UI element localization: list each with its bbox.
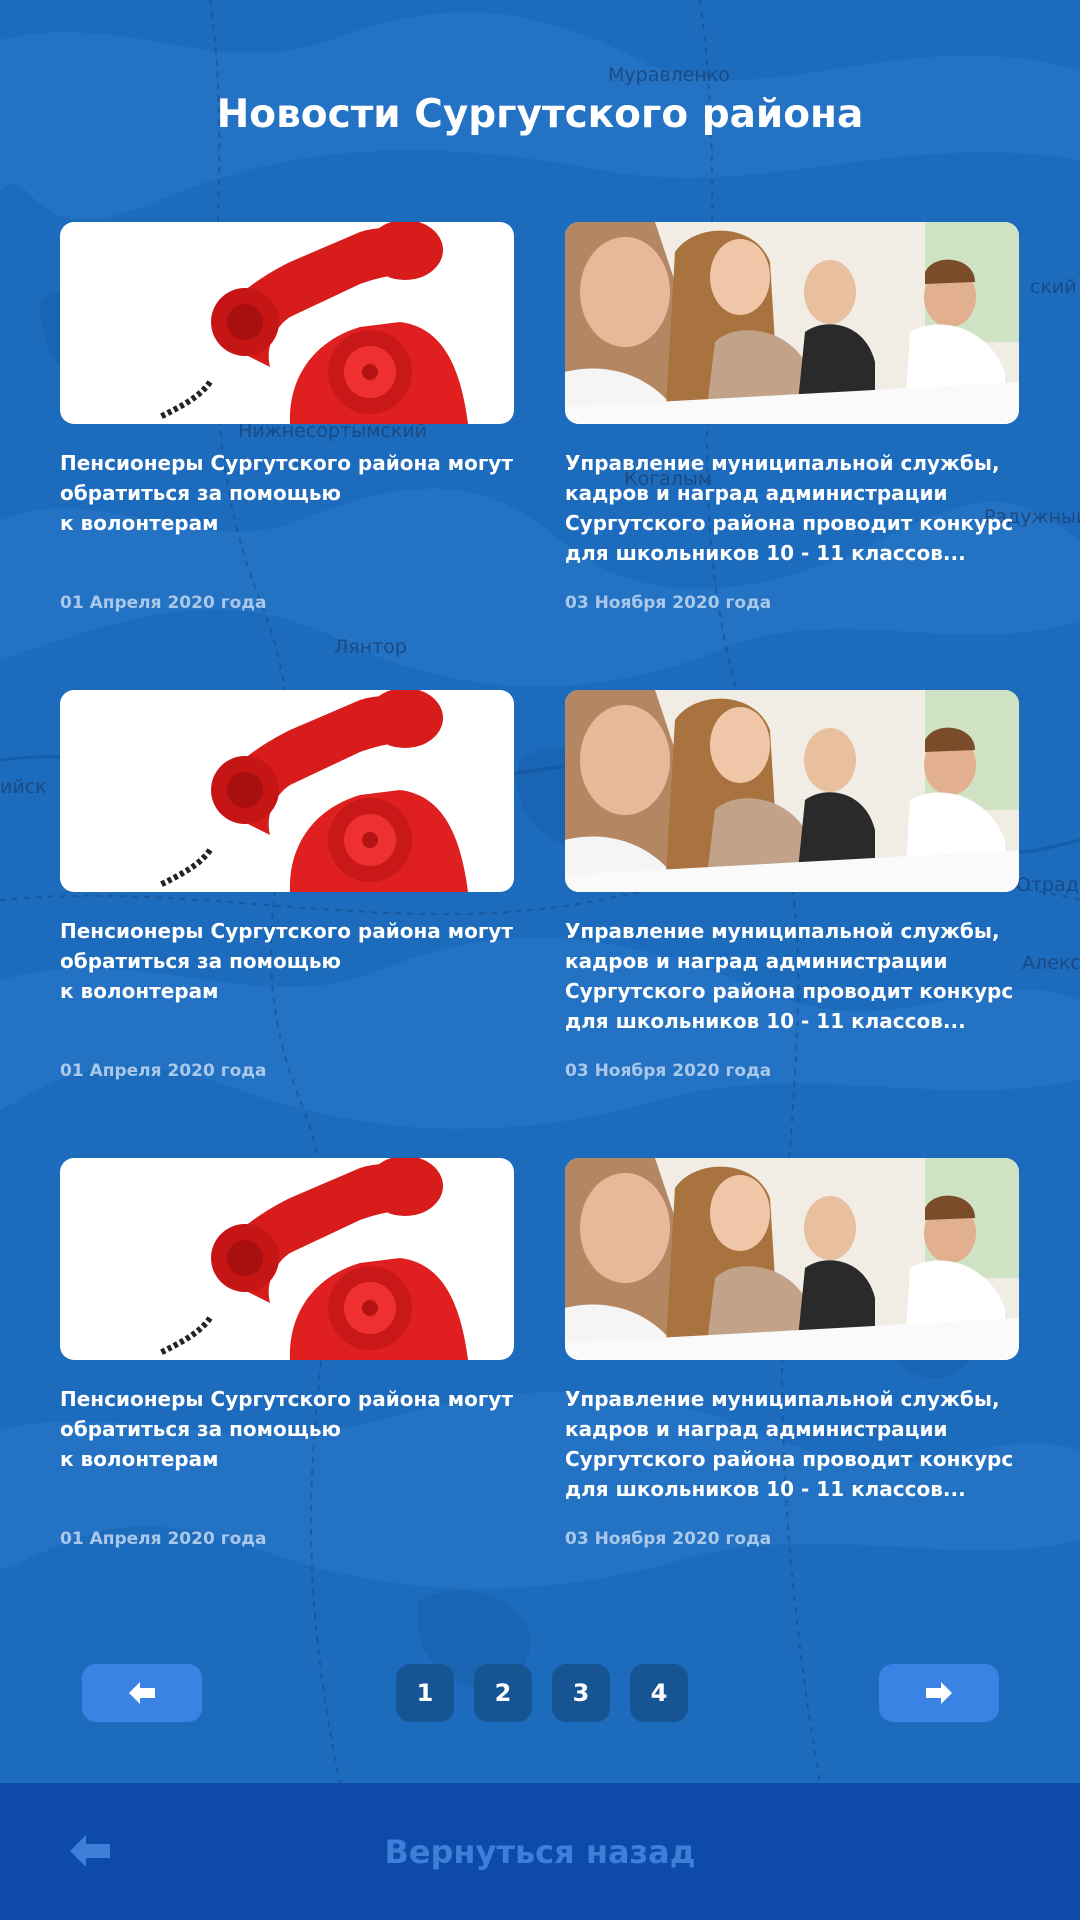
students-photo-icon — [565, 222, 1019, 424]
map-label: Муравленко — [608, 64, 730, 86]
news-image[interactable] — [565, 222, 1019, 424]
news-date: 01 Апреля 2020 года — [60, 593, 267, 613]
footer-bar: Вернуться назад — [0, 1783, 1080, 1920]
prev-page-button[interactable] — [82, 1664, 202, 1722]
news-title[interactable]: Пенсионеры Сургутского района могут обра… — [60, 1384, 514, 1474]
news-title[interactable]: Управление муниципальной службы, кадров … — [565, 448, 1019, 568]
back-button[interactable]: Вернуться назад — [0, 1783, 1080, 1920]
news-card[interactable]: Управление муниципальной службы, кадров … — [565, 690, 1019, 1110]
news-date: 03 Ноября 2020 года — [565, 1529, 772, 1549]
page-number-button[interactable]: 2 — [474, 1664, 532, 1722]
news-date: 03 Ноября 2020 года — [565, 1061, 772, 1081]
red-telephone-icon — [158, 1158, 468, 1360]
news-date: 01 Апреля 2020 года — [60, 1061, 267, 1081]
news-image[interactable] — [60, 222, 514, 424]
students-photo-icon — [565, 1158, 1019, 1360]
students-photo-icon — [565, 690, 1019, 892]
news-title[interactable]: Управление муниципальной службы, кадров … — [565, 916, 1019, 1036]
arrow-left-icon — [129, 1682, 155, 1704]
arrow-right-icon — [926, 1682, 952, 1704]
page-title: Новости Сургутского района — [216, 92, 864, 137]
news-image[interactable] — [565, 690, 1019, 892]
news-image[interactable] — [60, 690, 514, 892]
pagination: 1 2 3 4 — [0, 1664, 1080, 1722]
map-label: Отрадный — [1016, 874, 1080, 896]
arrow-left-icon[interactable] — [70, 1835, 110, 1867]
page-number-button[interactable]: 1 — [396, 1664, 454, 1722]
news-date: 01 Апреля 2020 года — [60, 1529, 267, 1549]
page-number-button[interactable]: 4 — [630, 1664, 688, 1722]
red-telephone-icon — [158, 690, 468, 892]
news-title[interactable]: Пенсионеры Сургутского района могут обра… — [60, 916, 514, 1006]
page-number-button[interactable]: 3 — [552, 1664, 610, 1722]
news-title[interactable]: Управление муниципальной службы, кадров … — [565, 1384, 1019, 1504]
red-telephone-icon — [158, 222, 468, 424]
map-label: Алекс — [1022, 952, 1080, 974]
back-button-label[interactable]: Вернуться назад — [384, 1833, 695, 1871]
map-label: ийск — [0, 776, 47, 798]
news-card[interactable]: Пенсионеры Сургутского района могут обра… — [60, 1158, 514, 1578]
news-image[interactable] — [565, 1158, 1019, 1360]
news-card[interactable]: Управление муниципальной службы, кадров … — [565, 1158, 1019, 1578]
news-card[interactable]: Пенсионеры Сургутского района могут обра… — [60, 690, 514, 1110]
news-title[interactable]: Пенсионеры Сургутского района могут обра… — [60, 448, 514, 538]
map-label: ский — [1030, 276, 1077, 298]
news-card[interactable]: Управление муниципальной службы, кадров … — [565, 222, 1019, 642]
news-date: 03 Ноября 2020 года — [565, 593, 772, 613]
news-card[interactable]: Пенсионеры Сургутского района могут обра… — [60, 222, 514, 642]
next-page-button[interactable] — [879, 1664, 999, 1722]
news-image[interactable] — [60, 1158, 514, 1360]
